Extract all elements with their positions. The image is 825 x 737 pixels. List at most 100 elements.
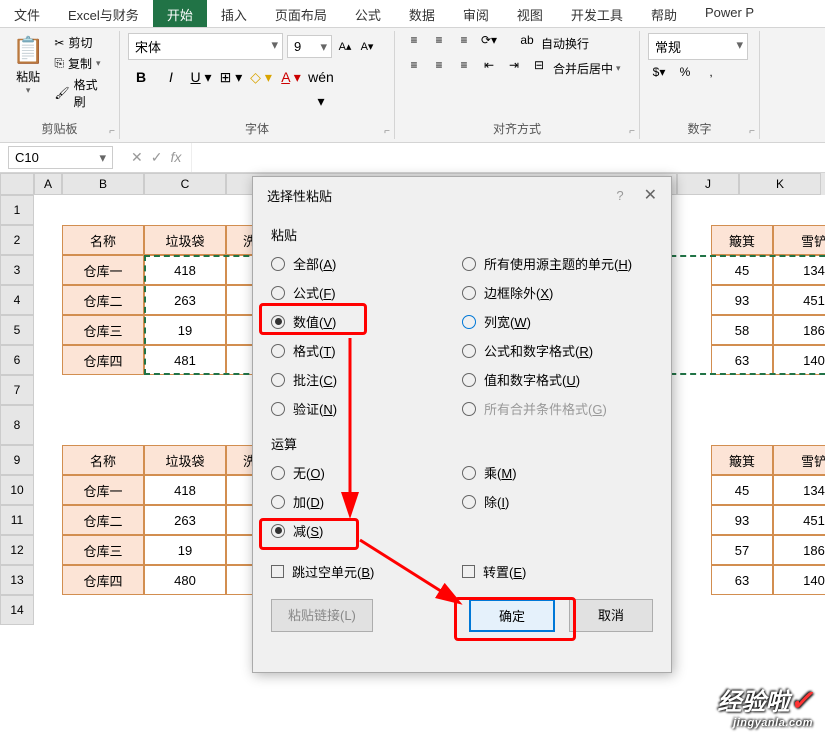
radio-H[interactable]: 所有使用源主题的单元(H) [462, 254, 653, 273]
orientation-button[interactable]: ⟳▾ [478, 33, 500, 53]
cell-C5[interactable]: 19 [144, 315, 226, 345]
copy-button[interactable]: ⎘复制▾ [52, 54, 111, 73]
font-name-select[interactable]: 宋体 [128, 33, 283, 60]
cancel-formula-icon[interactable]: ✕ [131, 149, 143, 166]
tab-review[interactable]: 审阅 [449, 0, 503, 27]
tab-home[interactable]: 开始 [153, 0, 207, 27]
col-header-C[interactable]: C [144, 173, 226, 195]
cell-J9[interactable]: 簸箕 [711, 445, 773, 475]
tab-insert[interactable]: 插入 [207, 0, 261, 27]
cell-J13[interactable]: 63 [711, 565, 773, 595]
tab-view[interactable]: 视图 [503, 0, 557, 27]
tab-formulas[interactable]: 公式 [341, 0, 395, 27]
align-dialog-launcher[interactable]: ⌐ [629, 126, 635, 137]
transpose-checkbox[interactable]: 转置(E) [462, 562, 653, 581]
cell-C10[interactable]: 418 [144, 475, 226, 505]
border-button[interactable]: ⊞ ▾ [218, 65, 244, 89]
tab-page-layout[interactable]: 页面布局 [261, 0, 341, 27]
row-header-1[interactable]: 1 [0, 195, 34, 225]
paste-link-button[interactable]: 粘贴链接(L) [271, 599, 373, 632]
tab-help[interactable]: 帮助 [637, 0, 691, 27]
align-top-button[interactable]: ≡ [403, 33, 425, 53]
cell-B12[interactable]: 仓库三 [62, 535, 144, 565]
percent-button[interactable]: % [674, 65, 696, 85]
cell-J3[interactable]: 45 [711, 255, 773, 285]
enter-formula-icon[interactable]: ✓ [151, 149, 163, 166]
format-painter-button[interactable]: 🖌格式刷 [52, 75, 111, 111]
radio-U[interactable]: 值和数字格式(U) [462, 370, 653, 389]
cell-B10[interactable]: 仓库一 [62, 475, 144, 505]
cell-B9[interactable]: 名称 [62, 445, 144, 475]
cell-C4[interactable]: 263 [144, 285, 226, 315]
cell-C13[interactable]: 480 [144, 565, 226, 595]
close-icon[interactable]: ✕ [644, 187, 657, 204]
radio-A[interactable]: 全部(A) [271, 254, 462, 273]
cell-C6[interactable]: 481 [144, 345, 226, 375]
cell-K9[interactable]: 雪铲 [773, 445, 825, 475]
align-center-button[interactable]: ≡ [428, 58, 450, 78]
name-box[interactable]: C10 [8, 146, 113, 169]
clipboard-dialog-launcher[interactable]: ⌐ [109, 126, 115, 137]
tab-excel-finance[interactable]: Excel与财务 [54, 0, 153, 27]
bold-button[interactable]: B [128, 65, 154, 89]
row-header-13[interactable]: 13 [0, 565, 34, 595]
row-header-11[interactable]: 11 [0, 505, 34, 535]
decrease-font-button[interactable]: A▾ [358, 38, 376, 56]
row-header-14[interactable]: 14 [0, 595, 34, 625]
col-header-A[interactable]: A [34, 173, 62, 195]
formula-bar[interactable] [191, 143, 825, 172]
align-left-button[interactable]: ≡ [403, 58, 425, 78]
select-all-corner[interactable] [0, 173, 34, 195]
cell-J5[interactable]: 58 [711, 315, 773, 345]
radio-F[interactable]: 公式(F) [271, 283, 462, 302]
row-header-7[interactable]: 7 [0, 375, 34, 405]
tab-file[interactable]: 文件 [0, 0, 54, 27]
fill-color-button[interactable]: ◇ ▾ [248, 65, 274, 89]
radio-W[interactable]: 列宽(W) [462, 312, 653, 331]
cell-K6[interactable]: 140 [773, 345, 825, 375]
radio-X[interactable]: 边框除外(X) [462, 283, 653, 302]
radio-D[interactable]: 加(D) [271, 492, 462, 511]
merge-button[interactable]: ⊟ [528, 58, 550, 78]
cell-J6[interactable]: 63 [711, 345, 773, 375]
col-header-B[interactable]: B [62, 173, 144, 195]
help-icon[interactable]: ? [616, 188, 623, 203]
font-color-button[interactable]: A ▾ [278, 65, 304, 89]
col-header-K[interactable]: K [739, 173, 821, 195]
cell-B5[interactable]: 仓库三 [62, 315, 144, 345]
row-header-3[interactable]: 3 [0, 255, 34, 285]
cell-C2[interactable]: 垃圾袋 [144, 225, 226, 255]
align-bottom-button[interactable]: ≡ [453, 33, 475, 53]
cell-B3[interactable]: 仓库一 [62, 255, 144, 285]
accounting-format-button[interactable]: $▾ [648, 65, 670, 85]
align-middle-button[interactable]: ≡ [428, 33, 450, 53]
cell-J2[interactable]: 簸箕 [711, 225, 773, 255]
comma-button[interactable]: , [700, 65, 722, 85]
row-header-5[interactable]: 5 [0, 315, 34, 345]
italic-button[interactable]: I [158, 65, 184, 89]
tab-data[interactable]: 数据 [395, 0, 449, 27]
radio-R[interactable]: 公式和数字格式(R) [462, 341, 653, 360]
cell-B13[interactable]: 仓库四 [62, 565, 144, 595]
align-right-button[interactable]: ≡ [453, 58, 475, 78]
cell-J4[interactable]: 93 [711, 285, 773, 315]
cell-J12[interactable]: 57 [711, 535, 773, 565]
cell-K10[interactable]: 134 [773, 475, 825, 505]
row-header-4[interactable]: 4 [0, 285, 34, 315]
cell-B4[interactable]: 仓库二 [62, 285, 144, 315]
radio-T[interactable]: 格式(T) [271, 341, 462, 360]
cell-K13[interactable]: 140 [773, 565, 825, 595]
radio-N[interactable]: 验证(N) [271, 399, 462, 418]
ok-button[interactable]: 确定 [469, 599, 555, 632]
underline-button[interactable]: U ▾ [188, 65, 214, 89]
tab-powerp[interactable]: Power P [691, 0, 768, 27]
cell-K12[interactable]: 186 [773, 535, 825, 565]
cell-B6[interactable]: 仓库四 [62, 345, 144, 375]
fx-icon[interactable]: fx [170, 149, 181, 166]
cell-C9[interactable]: 垃圾袋 [144, 445, 226, 475]
cell-K3[interactable]: 134 [773, 255, 825, 285]
row-header-10[interactable]: 10 [0, 475, 34, 505]
radio-M[interactable]: 乘(M) [462, 463, 653, 482]
row-header-9[interactable]: 9 [0, 445, 34, 475]
radio-O[interactable]: 无(O) [271, 463, 462, 482]
